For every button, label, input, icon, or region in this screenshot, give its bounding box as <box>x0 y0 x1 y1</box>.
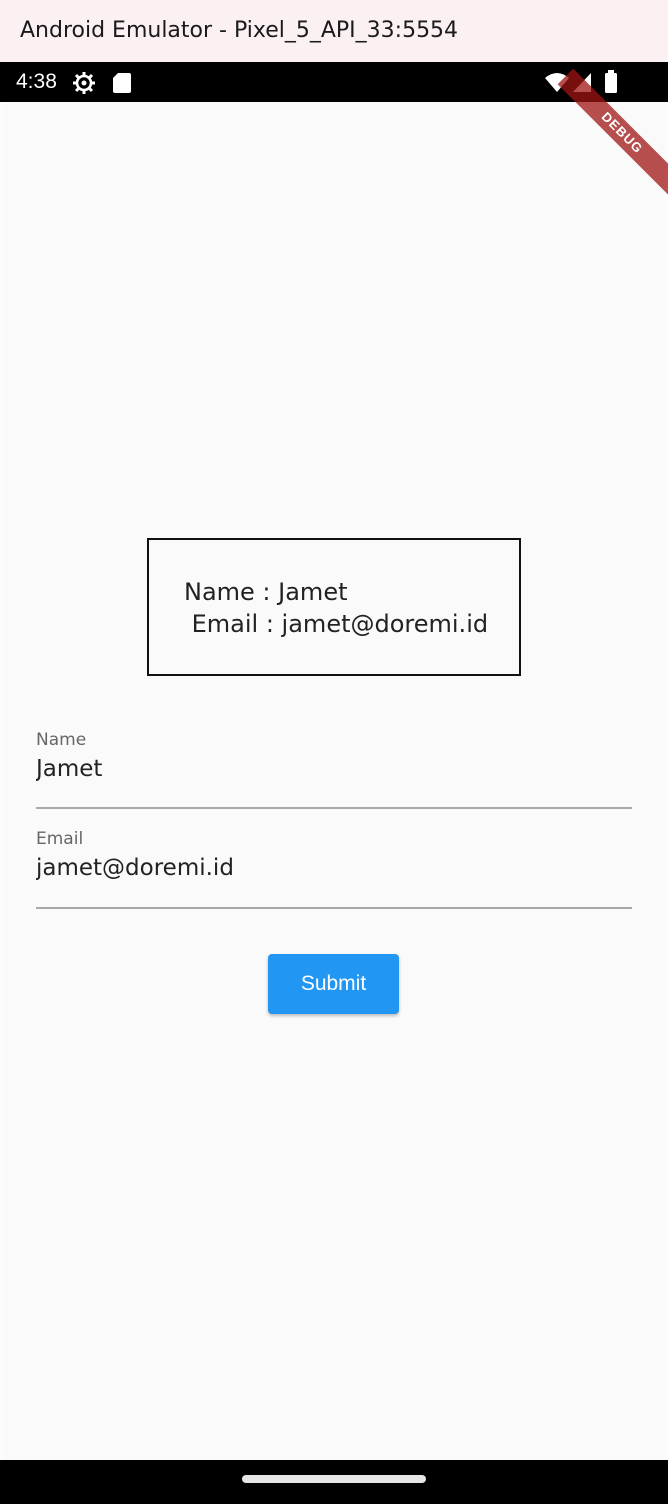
email-field-underline <box>36 907 632 909</box>
info-name-text: Name : Jamet <box>184 578 348 606</box>
sd-card-icon <box>112 72 132 99</box>
gear-icon <box>72 71 96 100</box>
window-title: Android Emulator - Pixel_5_API_33:5554 <box>20 18 459 43</box>
battery-icon <box>604 70 618 99</box>
window-title-bar: Android Emulator - Pixel_5_API_33:5554 <box>0 0 668 62</box>
name-input[interactable] <box>36 756 632 782</box>
emulator-window: Android Emulator - Pixel_5_API_33:5554 4… <box>0 0 668 1504</box>
email-input[interactable] <box>36 855 632 881</box>
home-gesture-handle[interactable] <box>242 1475 426 1483</box>
name-field[interactable]: Name <box>36 730 632 810</box>
name-field-underline <box>36 807 632 809</box>
submit-button[interactable]: Submit <box>268 954 399 1014</box>
email-field-label: Email <box>36 829 84 849</box>
info-card: Name : Jamet Email : jamet@doremi.id <box>147 538 521 676</box>
app-screen: Name : Jamet Email : jamet@doremi.id Nam… <box>4 68 668 1460</box>
navigation-bar <box>0 1460 668 1504</box>
info-email-text: Email : jamet@doremi.id <box>184 610 489 638</box>
status-time: 4:38 <box>16 70 57 93</box>
name-field-label: Name <box>36 730 87 750</box>
email-field[interactable]: Email <box>36 829 632 909</box>
